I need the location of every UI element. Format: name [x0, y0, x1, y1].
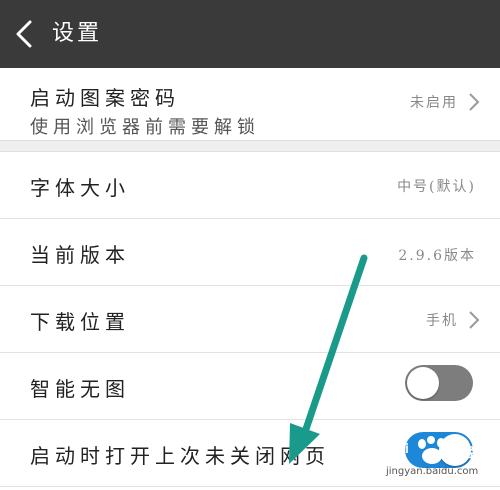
baidu-brand-left: Bai	[386, 442, 410, 457]
baidu-url-text: jingyan.baidu.com	[386, 466, 479, 477]
baidu-brand-text: du经验	[444, 446, 489, 461]
annotation-arrow	[289, 254, 368, 464]
baidu-watermark: du经验 jingyan.baidu.com Bai	[380, 436, 490, 480]
